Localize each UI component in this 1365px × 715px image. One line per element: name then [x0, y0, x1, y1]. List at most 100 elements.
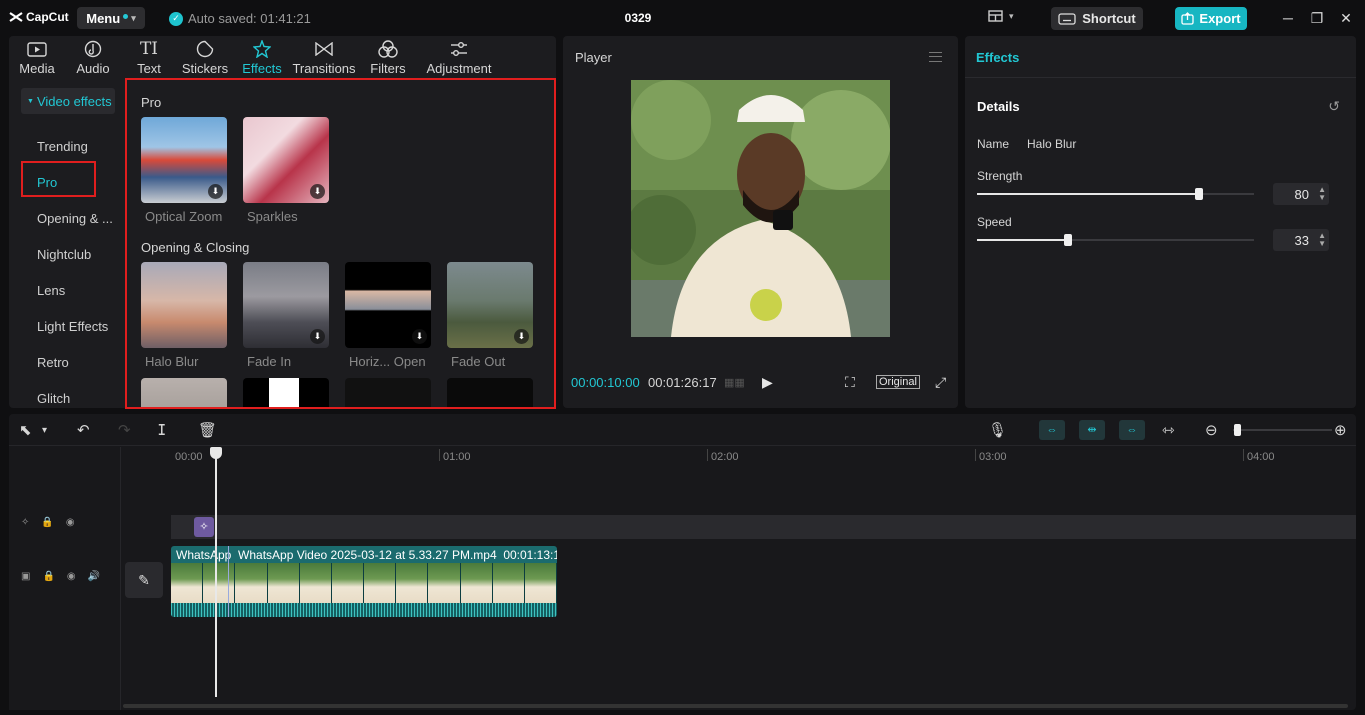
category-header-label: Video effects	[36, 93, 112, 109]
zoom-slider-knob[interactable]	[1234, 424, 1241, 436]
tab-audio[interactable]: Audio	[65, 36, 121, 78]
auto-snap-icon[interactable]: ⇹	[1079, 420, 1105, 440]
eye-icon[interactable]: ◉	[67, 571, 76, 582]
speed-slider[interactable]	[977, 234, 1254, 246]
shortcut-button[interactable]: Shortcut	[1051, 7, 1143, 30]
clip-thumbnail	[299, 563, 332, 603]
tab-label: Transitions	[292, 61, 356, 76]
fullscreen-icon[interactable]: ⤢	[935, 374, 946, 391]
tab-label: Audio	[76, 61, 110, 76]
category-opening[interactable]: Opening & ...	[37, 211, 113, 226]
chevron-down-icon[interactable]: ▾	[42, 425, 47, 436]
main-track-magnet-icon[interactable]: ⇔	[1039, 420, 1065, 440]
export-button[interactable]: Export	[1175, 7, 1247, 30]
export-icon	[1181, 12, 1195, 25]
eye-icon[interactable]: ◉	[66, 517, 75, 528]
clip-thumbnail	[203, 563, 236, 603]
video-preview[interactable]	[631, 80, 890, 337]
details-panel: Effects Details ↺ Name Halo Blur Strengt…	[965, 36, 1356, 408]
speed-input[interactable]: 33 ▲ ▼	[1273, 229, 1329, 251]
audio-icon	[84, 40, 102, 58]
delete-icon[interactable]: 🗑	[198, 421, 217, 439]
layout-icon	[988, 10, 1003, 22]
speed-label: Speed	[977, 215, 1012, 229]
highlight-box	[21, 161, 96, 197]
category-lens[interactable]: Lens	[37, 283, 65, 298]
filters-icon	[378, 40, 398, 58]
zoom-in-icon[interactable]: ⊕	[1334, 421, 1347, 439]
tab-transitions[interactable]: Transitions	[291, 36, 357, 78]
ruler-tick	[439, 449, 440, 461]
playhead-handle[interactable]	[210, 447, 222, 459]
close-icon[interactable]: ✕	[1337, 9, 1355, 27]
tab-media[interactable]: Media	[9, 36, 65, 78]
timeline-grid-icon[interactable]: ▦▦	[724, 376, 745, 389]
ruler-label: 01:00	[443, 451, 471, 463]
select-cursor-icon[interactable]: ⬉	[19, 421, 32, 439]
tab-label: Filters	[370, 61, 406, 76]
media-panel: Media Audio TI Text Stickers Effects Tra…	[9, 36, 556, 409]
playhead[interactable]	[215, 449, 217, 697]
player-panel: Player 00:00:10:00 00:01:26:17 ▦▦ ▶ ⛶ Or…	[563, 36, 958, 408]
video-frame-image	[631, 80, 890, 337]
maximize-icon[interactable]: ❐	[1308, 9, 1326, 27]
menu-icon[interactable]	[929, 52, 942, 62]
ruler-tick	[707, 449, 708, 461]
zoom-out-icon[interactable]: ⊖	[1205, 421, 1218, 439]
details-heading: Details	[977, 99, 1020, 114]
category-nightclub[interactable]: Nightclub	[37, 247, 91, 262]
effect-track-controls: ✧ 🔒 ◉	[21, 517, 75, 528]
clip-thumbnail	[428, 563, 461, 603]
horizontal-scrollbar[interactable]	[123, 704, 1348, 708]
ruler-label: 04:00	[1247, 451, 1275, 463]
clip-thumbnail	[267, 563, 300, 603]
stepper-icon[interactable]: ▲ ▼	[1318, 186, 1326, 202]
layout-button[interactable]: ▾	[988, 10, 1014, 22]
zoom-slider[interactable]	[1233, 429, 1332, 431]
category-glitch[interactable]: Glitch	[37, 391, 70, 406]
edit-cover-icon[interactable]: ✎	[125, 562, 163, 598]
category-trending[interactable]: Trending	[37, 139, 88, 154]
player-title: Player	[575, 50, 612, 65]
speaker-icon[interactable]: 🔊	[88, 571, 100, 582]
tab-text[interactable]: TI Text	[121, 36, 177, 78]
adjustment-icon	[450, 40, 468, 58]
ruler-tick	[1243, 449, 1244, 461]
original-ratio-button[interactable]: Original	[876, 375, 920, 389]
strength-input[interactable]: 80 ▲ ▼	[1273, 183, 1329, 205]
linkage-icon[interactable]: ⇔	[1119, 420, 1145, 440]
tab-filters[interactable]: Filters	[357, 36, 419, 78]
clip-thumbnail	[524, 563, 557, 603]
speed-slider-fill	[977, 239, 1069, 241]
tab-stickers[interactable]: Stickers	[177, 36, 233, 78]
ruler-tick	[975, 449, 976, 461]
strength-slider-knob[interactable]	[1194, 188, 1203, 200]
split-icon[interactable]: ⵊ	[158, 421, 166, 439]
lock-icon[interactable]: 🔒	[42, 571, 54, 582]
category-light-effects[interactable]: Light Effects	[37, 319, 108, 334]
transitions-icon	[315, 40, 333, 58]
reset-icon[interactable]: ↺	[1328, 98, 1340, 115]
clip-thumbnail	[171, 563, 204, 603]
ruler-label: 00:00	[175, 451, 203, 463]
speed-slider-knob[interactable]	[1064, 234, 1073, 246]
lock-icon[interactable]: 🔒	[41, 517, 53, 528]
strength-slider[interactable]	[977, 188, 1254, 200]
tab-adjustment[interactable]: Adjustment	[419, 36, 499, 78]
preview-axis-icon[interactable]: ⇿	[1162, 421, 1175, 439]
redo-icon[interactable]: ↷	[118, 421, 131, 439]
play-icon[interactable]: ▶	[762, 374, 773, 391]
current-time: 00:00:10:00	[571, 375, 640, 390]
stepper-icon[interactable]: ▲ ▼	[1318, 232, 1326, 248]
video-effects-header[interactable]: ▼ Video effects	[21, 88, 115, 114]
minimize-icon[interactable]: ─	[1279, 9, 1297, 27]
video-track-controls: ▣ 🔒 ◉ 🔊	[21, 571, 100, 582]
clip-thumbnail	[396, 563, 429, 603]
effect-clip[interactable]: ✧	[194, 517, 214, 537]
screenshot-icon[interactable]: ⛶	[845, 374, 855, 391]
category-retro[interactable]: Retro	[37, 355, 69, 370]
undo-icon[interactable]: ↶	[77, 421, 90, 439]
tab-effects-details[interactable]: Effects	[965, 36, 1356, 78]
tab-effects[interactable]: Effects	[233, 36, 291, 78]
microphone-icon[interactable]: 🎙	[988, 421, 1007, 439]
